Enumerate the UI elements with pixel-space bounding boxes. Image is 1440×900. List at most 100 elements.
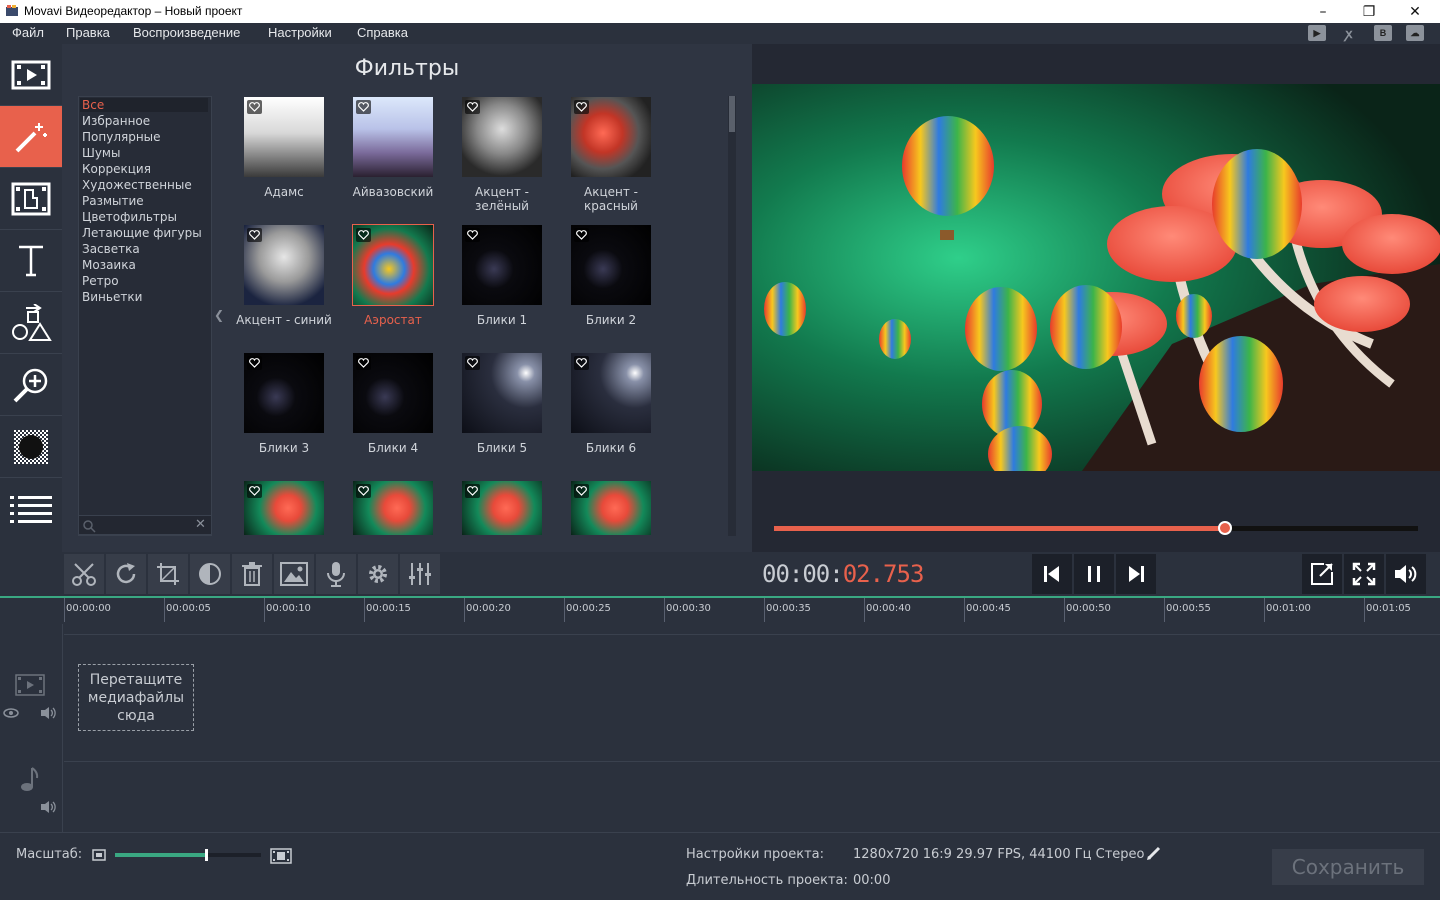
minimize-button[interactable]: – [1300, 0, 1346, 23]
scrollbar-thumb[interactable] [729, 96, 735, 132]
favorite-heart-icon[interactable] [465, 356, 480, 370]
previous-button[interactable] [1032, 554, 1072, 594]
menu-edit[interactable]: Правка [66, 25, 110, 40]
favorite-heart-icon[interactable] [465, 228, 480, 242]
filter-thumbnail[interactable] [571, 353, 651, 433]
equalizer-button[interactable] [400, 554, 440, 594]
export-button[interactable] [1302, 554, 1342, 594]
rotate-button[interactable] [106, 554, 146, 594]
category-vignettes[interactable]: Виньетки [82, 290, 142, 304]
filter-thumbnail[interactable] [244, 353, 324, 433]
category-blur[interactable]: Размытие [82, 194, 144, 208]
menu-playback[interactable]: Воспроизведение [133, 25, 240, 40]
category-retro[interactable]: Ретро [82, 274, 119, 288]
record-voice-button[interactable] [316, 554, 356, 594]
category-favorites[interactable]: Избранное [82, 114, 150, 128]
favorite-heart-icon[interactable] [356, 228, 371, 242]
next-button[interactable] [1116, 554, 1156, 594]
filter-thumbnail[interactable] [462, 481, 542, 535]
filter-thumbnail[interactable] [353, 97, 433, 177]
favorite-heart-icon[interactable] [247, 484, 262, 498]
favorite-heart-icon[interactable] [574, 228, 589, 242]
more-tools[interactable] [0, 478, 62, 540]
category-color-filters[interactable]: Цветофильтры [82, 210, 177, 224]
filter-thumbnail[interactable] [244, 225, 324, 305]
filter-thumbnail[interactable] [244, 97, 324, 177]
zoom-slider[interactable] [115, 849, 261, 861]
filter-thumbnail[interactable] [462, 97, 542, 177]
fullscreen-button[interactable] [1344, 554, 1384, 594]
menu-file[interactable]: Файл [12, 25, 44, 40]
filter-thumbnail[interactable] [571, 97, 651, 177]
odnoklassniki-icon[interactable]: ꭗ [1340, 25, 1358, 41]
favorite-heart-icon[interactable] [465, 484, 480, 498]
preview-video[interactable] [752, 84, 1440, 471]
seek-bar[interactable] [774, 521, 1418, 535]
timeline-ruler[interactable]: 00:00:00 00:00:05 00:00:10 00:00:15 00:00:20… [64, 598, 1440, 624]
zoom-handle[interactable] [204, 849, 208, 861]
filter-thumbnail[interactable] [352, 224, 434, 306]
stickers-tool[interactable] [0, 292, 62, 354]
category-flying-shapes[interactable]: Летающие фигуры [82, 226, 202, 240]
favorite-heart-icon[interactable] [356, 100, 371, 114]
favorite-heart-icon[interactable] [247, 100, 262, 114]
favorite-heart-icon[interactable] [247, 228, 262, 242]
titles-tool[interactable] [0, 230, 62, 292]
close-button[interactable]: ✕ [1392, 0, 1438, 23]
favorite-heart-icon[interactable] [574, 100, 589, 114]
filter-thumbnail[interactable] [571, 481, 651, 535]
filters-tool[interactable] [0, 106, 62, 168]
pencil-icon[interactable] [1146, 845, 1162, 861]
zoom-in-timeline-icon[interactable] [270, 848, 292, 864]
favorite-heart-icon[interactable] [356, 484, 371, 498]
vkontakte-icon[interactable]: B [1374, 25, 1392, 41]
favorite-heart-icon[interactable] [574, 356, 589, 370]
volume-button[interactable] [1386, 554, 1426, 594]
cloud-upload-icon[interactable]: ☁ [1406, 25, 1424, 41]
category-popular[interactable]: Популярные [82, 130, 161, 144]
favorite-heart-icon[interactable] [247, 356, 262, 370]
youtube-icon[interactable]: ▶ [1308, 25, 1326, 41]
filter-thumbnail[interactable] [462, 225, 542, 305]
category-mosaic[interactable]: Мозаика [82, 258, 136, 272]
menu-help[interactable]: Справка [357, 25, 408, 40]
eye-icon[interactable] [3, 708, 19, 718]
category-correction[interactable]: Коррекция [82, 162, 151, 176]
filter-thumbnail[interactable] [462, 353, 542, 433]
save-button[interactable]: Сохранить [1272, 849, 1424, 885]
delete-button[interactable] [232, 554, 272, 594]
import-media-tool[interactable] [0, 44, 62, 106]
maximize-button[interactable]: ❐ [1346, 0, 1392, 23]
audio-track[interactable] [64, 761, 1440, 831]
filter-thumbnail[interactable] [244, 481, 324, 535]
filter-thumbnail[interactable] [571, 225, 651, 305]
filters-scrollbar[interactable] [728, 96, 736, 536]
category-light-leaks[interactable]: Засветка [82, 242, 140, 256]
filter-thumbnail[interactable] [353, 353, 433, 433]
favorite-heart-icon[interactable] [356, 356, 371, 370]
audio-track-volume-icon[interactable] [40, 800, 58, 814]
category-noise[interactable]: Шумы [82, 146, 120, 160]
seek-handle[interactable] [1217, 521, 1232, 535]
filter-thumbnail[interactable] [353, 481, 433, 535]
clip-settings-button[interactable] [358, 554, 398, 594]
cut-button[interactable] [64, 554, 104, 594]
insert-image-button[interactable] [274, 554, 314, 594]
pause-button[interactable] [1074, 554, 1114, 594]
zoom-out-icon[interactable] [92, 849, 106, 861]
category-all[interactable]: Все [80, 98, 208, 112]
media-drop-zone[interactable]: Перетащите медиафайлы сюда [78, 664, 194, 731]
category-artistic[interactable]: Художественные [82, 178, 192, 192]
favorite-heart-icon[interactable] [465, 100, 480, 114]
crop-button[interactable] [148, 554, 188, 594]
video-track[interactable] [64, 634, 1440, 761]
transitions-tool[interactable] [0, 168, 62, 230]
favorite-heart-icon[interactable] [574, 484, 589, 498]
category-search-input[interactable]: ✕ [78, 515, 212, 535]
color-adjust-button[interactable] [190, 554, 230, 594]
collapse-categories-handle[interactable]: ❮ [214, 308, 224, 322]
chroma-tool[interactable] [0, 416, 62, 478]
menu-settings[interactable]: Настройки [268, 25, 332, 40]
zoom-pan-tool[interactable] [0, 354, 62, 416]
clear-search-icon[interactable]: ✕ [195, 517, 206, 532]
